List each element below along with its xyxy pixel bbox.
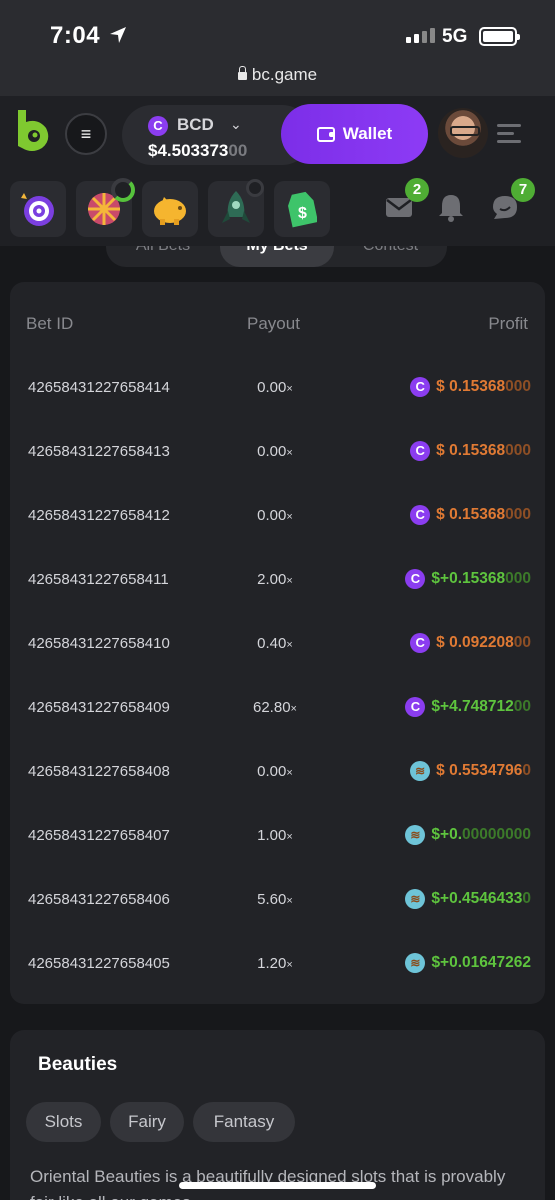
location-arrow-icon: [110, 27, 126, 43]
pancake-coin-icon: ≋: [405, 825, 426, 845]
bcd-coin-icon: C: [410, 441, 431, 461]
payout-value: 62.80×: [253, 699, 297, 716]
network-type: 5G: [442, 26, 468, 47]
target-icon: [21, 193, 54, 226]
address-bar[interactable]: bc.game: [0, 60, 555, 96]
payout-value: 0.00×: [257, 443, 293, 460]
payout-value: 5.60×: [257, 891, 293, 908]
game-info-card: Beauties Slots Fairy Fantasy Oriental Be…: [10, 1030, 545, 1200]
bcd-coin-icon: C: [405, 697, 426, 717]
table-row[interactable]: 42658431227658413 0.00× C $ 0.15368000: [10, 440, 545, 506]
payout-value: 2.00×: [257, 571, 293, 588]
bcd-coin-icon: C: [410, 633, 431, 653]
bet-id: 42658431227658410: [28, 635, 170, 652]
wallet-label: Wallet: [342, 124, 393, 143]
payout-value: 1.20×: [257, 955, 293, 972]
bet-id: 42658431227658405: [28, 955, 170, 972]
game-title: Beauties: [38, 1054, 118, 1075]
rocket-button[interactable]: [208, 179, 264, 237]
bc-logo-icon[interactable]: [14, 108, 50, 154]
cashback-button[interactable]: $: [274, 181, 330, 237]
bcd-coin-icon: C: [405, 569, 426, 589]
table-row[interactable]: 42658431227658407 1.00× ≋ $+0.00000000: [10, 824, 545, 890]
profit-value: ≋ $+0.00000000: [405, 824, 531, 846]
profit-value: ≋ $+0.01647262: [405, 952, 531, 974]
bet-id: 42658431227658413: [28, 443, 170, 460]
bcd-coin-icon: C: [410, 377, 431, 397]
app-header: ≡ C BCD ⌄ $4.50337300 Wallet: [0, 96, 555, 174]
table-row[interactable]: 42658431227658409 62.80× C $+4.74871200: [10, 696, 545, 762]
payout-value: 0.00×: [257, 763, 293, 780]
piggy-bank-button[interactable]: [142, 181, 198, 237]
bet-id: 42658431227658412: [28, 507, 170, 524]
hamburger-icon: ≡: [80, 123, 92, 144]
tag-fantasy[interactable]: Fantasy: [193, 1102, 295, 1142]
table-row[interactable]: 42658431227658414 0.00× C $ 0.15368000: [10, 376, 545, 442]
lock-icon: [237, 66, 247, 80]
tag-slots[interactable]: Slots: [26, 1102, 101, 1142]
bell-icon[interactable]: [436, 192, 466, 222]
rocket-timer-icon: [246, 179, 264, 197]
profit-value: C $+4.74871200: [405, 696, 531, 718]
bet-id: 42658431227658414: [28, 379, 170, 396]
menu-button[interactable]: ≡: [65, 113, 107, 155]
svg-text:$: $: [298, 205, 307, 222]
bet-id: 42658431227658408: [28, 763, 170, 780]
url-text: bc.game: [251, 65, 318, 84]
status-bar: 7:04 5G: [0, 0, 555, 60]
table-row[interactable]: 42658431227658408 0.00× ≋ $ 0.55347960: [10, 760, 545, 826]
bcd-coin-icon: C: [410, 505, 431, 525]
price-tag-icon: $: [288, 191, 317, 228]
column-header-profit: Profit: [488, 314, 528, 333]
currency-code: BCD: [177, 115, 214, 134]
battery-icon: [479, 27, 520, 46]
chat-badge: 7: [511, 178, 535, 202]
column-header-payout: Payout: [247, 314, 300, 333]
balance-amount: $4.50337300: [148, 141, 248, 160]
mail-badge: 2: [405, 178, 429, 202]
list-menu-icon[interactable]: [497, 124, 521, 144]
profit-value: C $ 0.09220800: [410, 632, 531, 654]
table-row[interactable]: 42658431227658405 1.20× ≋ $+0.01647262: [10, 952, 545, 1018]
payout-value: 0.00×: [257, 507, 293, 524]
table-row[interactable]: 42658431227658412 0.00× C $ 0.15368000: [10, 504, 545, 570]
column-header-bet-id: Bet ID: [26, 314, 74, 333]
bet-id: 42658431227658407: [28, 827, 170, 844]
chevron-down-icon: ⌄: [230, 116, 242, 132]
profit-value: C $+0.15368000: [405, 568, 531, 590]
piggy-bank-icon: [154, 197, 186, 225]
wheel-timer-icon: [111, 178, 135, 202]
payout-value: 0.40×: [257, 635, 293, 652]
promo-bar: $ 2 7: [0, 174, 555, 246]
pancake-coin-icon: ≋: [405, 953, 426, 973]
pancake-coin-icon: ≋: [405, 889, 426, 909]
wallet-button[interactable]: Wallet: [281, 104, 428, 164]
my-bets-table: Bet ID Payout Profit 42658431227658414 0.…: [10, 282, 545, 1004]
bet-id: 42658431227658411: [28, 571, 169, 588]
spin-target-button[interactable]: [10, 181, 66, 237]
profit-value: C $ 0.15368000: [410, 376, 531, 398]
profit-value: ≋ $ 0.55347960: [410, 760, 531, 782]
bcd-coin-icon: C: [148, 116, 168, 136]
avatar[interactable]: [438, 108, 488, 158]
lucky-wheel-button[interactable]: [76, 178, 135, 237]
rocket-icon: [222, 191, 250, 223]
profit-value: C $ 0.15368000: [410, 504, 531, 526]
bet-id: 42658431227658409: [28, 699, 170, 716]
payout-value: 1.00×: [257, 827, 293, 844]
table-row[interactable]: 42658431227658410 0.40× C $ 0.09220800: [10, 632, 545, 698]
signal-icon: [406, 28, 435, 43]
table-row[interactable]: 42658431227658406 5.60× ≋ $+0.45464330: [10, 888, 545, 954]
wallet-icon: [316, 126, 335, 142]
table-row[interactable]: 42658431227658411 2.00× C $+0.15368000: [10, 568, 545, 634]
tag-fairy[interactable]: Fairy: [110, 1102, 184, 1142]
profit-value: ≋ $+0.45464330: [405, 888, 531, 910]
home-indicator[interactable]: [179, 1182, 376, 1189]
bet-id: 42658431227658406: [28, 891, 170, 908]
payout-value: 0.00×: [257, 379, 293, 396]
pancake-coin-icon: ≋: [410, 761, 431, 781]
profit-value: C $ 0.15368000: [410, 440, 531, 462]
clock: 7:04: [50, 22, 101, 49]
